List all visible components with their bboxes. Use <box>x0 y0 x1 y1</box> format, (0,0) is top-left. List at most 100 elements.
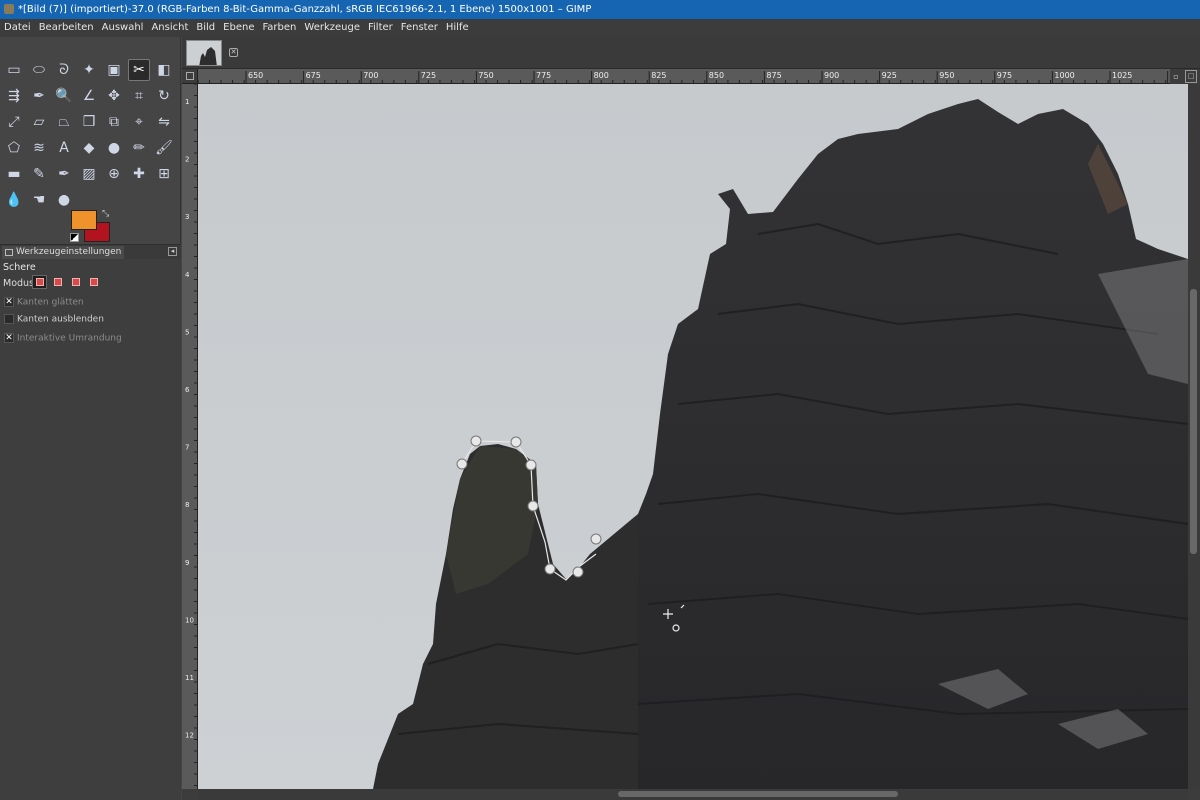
mode-replace-button[interactable] <box>32 275 47 289</box>
smudge-tool-button[interactable]: ☚ <box>28 189 50 211</box>
dock-menu-icon[interactable]: ◂ <box>168 247 177 256</box>
unified-transform-tool-button[interactable]: ⧉ <box>103 111 125 133</box>
perspective-tool-button[interactable]: ⏢ <box>53 111 75 133</box>
menu-farben[interactable]: Farben <box>258 19 300 37</box>
zoom-tool-button[interactable]: 🔍 <box>53 85 75 107</box>
quick-mask-icon <box>186 72 194 80</box>
move-tool-button[interactable]: ✥ <box>103 85 125 107</box>
ruler-label: 950 <box>939 71 954 80</box>
ruler-label: 775 <box>536 71 551 80</box>
flip-tool-button[interactable]: ⇋ <box>153 111 175 133</box>
antialias-checkbox[interactable]: ✕ <box>4 297 14 307</box>
image-tab-thumbnail[interactable] <box>186 40 222 66</box>
eraser-tool-button[interactable]: ▬ <box>3 163 25 185</box>
quick-mask-toggle[interactable] <box>182 69 198 84</box>
crop-icon: ⌗ <box>135 88 143 104</box>
menu-ansicht[interactable]: Ansicht <box>147 19 192 37</box>
mode-subtract-button[interactable] <box>68 275 83 289</box>
cage-tool-button[interactable]: ⬠ <box>3 137 25 159</box>
measure-icon: ∠ <box>82 88 96 104</box>
mode-intersect-button[interactable] <box>86 275 101 289</box>
image-canvas[interactable] <box>198 84 1188 789</box>
paths-tool-button[interactable]: ✒ <box>28 85 50 107</box>
tab-tool-options[interactable]: Werkzeugeinstellungen <box>2 246 125 259</box>
measure-tool-button[interactable]: ∠ <box>78 85 100 107</box>
eraser-icon: ▬ <box>7 166 21 182</box>
text-tool-button[interactable]: A <box>53 137 75 159</box>
menu-filter[interactable]: Filter <box>364 19 397 37</box>
interactive-boundary-checkbox[interactable]: ✕ <box>4 333 14 343</box>
option-antialias[interactable]: ✕ Kanten glätten <box>4 297 84 308</box>
horizontal-scrollbar[interactable] <box>198 789 1188 800</box>
warp-tool-button[interactable]: ≋ <box>28 137 50 159</box>
default-colors-icon[interactable] <box>70 233 79 242</box>
vertical-ruler[interactable]: 12345678910111213 <box>182 84 198 789</box>
mode-subtract-icon <box>71 278 80 286</box>
ruler-label: 12 <box>185 732 194 740</box>
ink-tool-button[interactable]: ✒ <box>53 163 75 185</box>
airbrush-icon: ✎ <box>33 166 45 182</box>
image-tabs-bar: ✕ <box>182 37 1200 69</box>
free-select-icon: ᘐ <box>59 62 69 78</box>
clone-icon: ⊕ <box>108 166 120 182</box>
airbrush-tool-button[interactable]: ✎ <box>28 163 50 185</box>
menu-bearbeiten[interactable]: Bearbeiten <box>35 19 98 37</box>
dodge-burn-tool-button[interactable]: ● <box>53 189 75 211</box>
rotate-tool-button[interactable]: ↻ <box>153 85 175 107</box>
ruler-label: 4 <box>185 271 190 279</box>
ruler-label: 700 <box>363 71 378 80</box>
rect-select-tool-button[interactable]: ▭ <box>3 59 25 81</box>
bucket-fill-tool-button[interactable]: ◆ <box>78 137 100 159</box>
horizontal-ruler[interactable]: 650 675 700 725 750 775 800 825 850 875 900 925 950 9… <box>198 69 1170 84</box>
scissors-select-tool-button[interactable]: ✂ <box>128 59 150 81</box>
option-interactive-boundary[interactable]: ✕ Interaktive Umrandung <box>4 333 122 344</box>
vertical-scroll-thumb[interactable] <box>1190 289 1197 554</box>
vertical-scrollbar[interactable] <box>1188 84 1200 789</box>
clone-tool-button[interactable]: ⊕ <box>103 163 125 185</box>
flip-icon: ⇋ <box>158 114 170 130</box>
foreground-select-tool-button[interactable]: ◧ <box>153 59 175 81</box>
menu-hilfe[interactable]: Hilfe <box>442 19 473 37</box>
ellipse-select-tool-button[interactable]: ⬭ <box>28 59 50 81</box>
scale-tool-button[interactable]: ⤢ <box>3 111 25 133</box>
menu-auswahl[interactable]: Auswahl <box>98 19 148 37</box>
shear-tool-button[interactable]: ▱ <box>28 111 50 133</box>
ellipse-select-icon: ⬭ <box>33 62 45 78</box>
paintbrush-tool-button[interactable]: 🖌 <box>153 137 175 159</box>
handle-transform-tool-button[interactable]: ⌖ <box>128 111 150 133</box>
pencil-tool-button[interactable]: ✏ <box>128 137 150 159</box>
ruler-label: 1025 <box>1112 71 1132 80</box>
mypaint-brush-tool-button[interactable]: ▨ <box>78 163 100 185</box>
transform-3d-tool-button[interactable]: ❒ <box>78 111 100 133</box>
dodge-burn-icon: ● <box>57 192 71 208</box>
free-select-tool-button[interactable]: ᘐ <box>53 59 75 81</box>
menu-werkzeuge[interactable]: Werkzeuge <box>300 19 364 37</box>
close-tab-icon[interactable]: ✕ <box>229 48 238 57</box>
blur-tool-button[interactable]: 💧 <box>3 189 25 211</box>
menu-bar: Datei Bearbeiten Auswahl Ansicht Bild Ebene Fa… <box>0 19 1200 37</box>
feather-edges-checkbox[interactable] <box>4 314 14 324</box>
menu-fenster[interactable]: Fenster <box>397 19 442 37</box>
unified-transform-icon: ⧉ <box>109 114 119 130</box>
option-feather-edges[interactable]: Kanten ausblenden <box>4 314 104 325</box>
canvas-area: 650 675 700 725 750 775 800 825 850 875 900 925 950 9… <box>182 69 1200 800</box>
transform-3d-icon: ❒ <box>82 114 96 130</box>
menu-datei[interactable]: Datei <box>0 19 35 37</box>
foreground-color[interactable] <box>71 210 97 230</box>
align-tool-button[interactable]: ⇶ <box>3 85 25 107</box>
heal-tool-button[interactable]: ✚ <box>128 163 150 185</box>
perspective-clone-tool-button[interactable]: ⊞ <box>153 163 175 185</box>
mode-add-button[interactable] <box>50 275 65 289</box>
fuzzy-select-tool-button[interactable]: ✦ <box>78 59 100 81</box>
gradient-tool-button[interactable]: ● <box>103 137 125 159</box>
swap-colors-icon[interactable]: ⤡ <box>102 209 109 219</box>
menu-bild[interactable]: Bild <box>192 19 219 37</box>
select-by-color-tool-button[interactable]: ▣ <box>103 59 125 81</box>
ruler-label: 1000 <box>1054 71 1074 80</box>
menu-ebene[interactable]: Ebene <box>219 19 258 37</box>
fuzzy-select-icon: ✦ <box>83 62 95 78</box>
feather-edges-label: Kanten ausblenden <box>17 314 104 325</box>
crop-tool-button[interactable]: ⌗ <box>128 85 150 107</box>
zoom-fit-toggle-icon[interactable]: □ <box>1185 70 1197 83</box>
horizontal-scroll-thumb[interactable] <box>618 791 898 797</box>
